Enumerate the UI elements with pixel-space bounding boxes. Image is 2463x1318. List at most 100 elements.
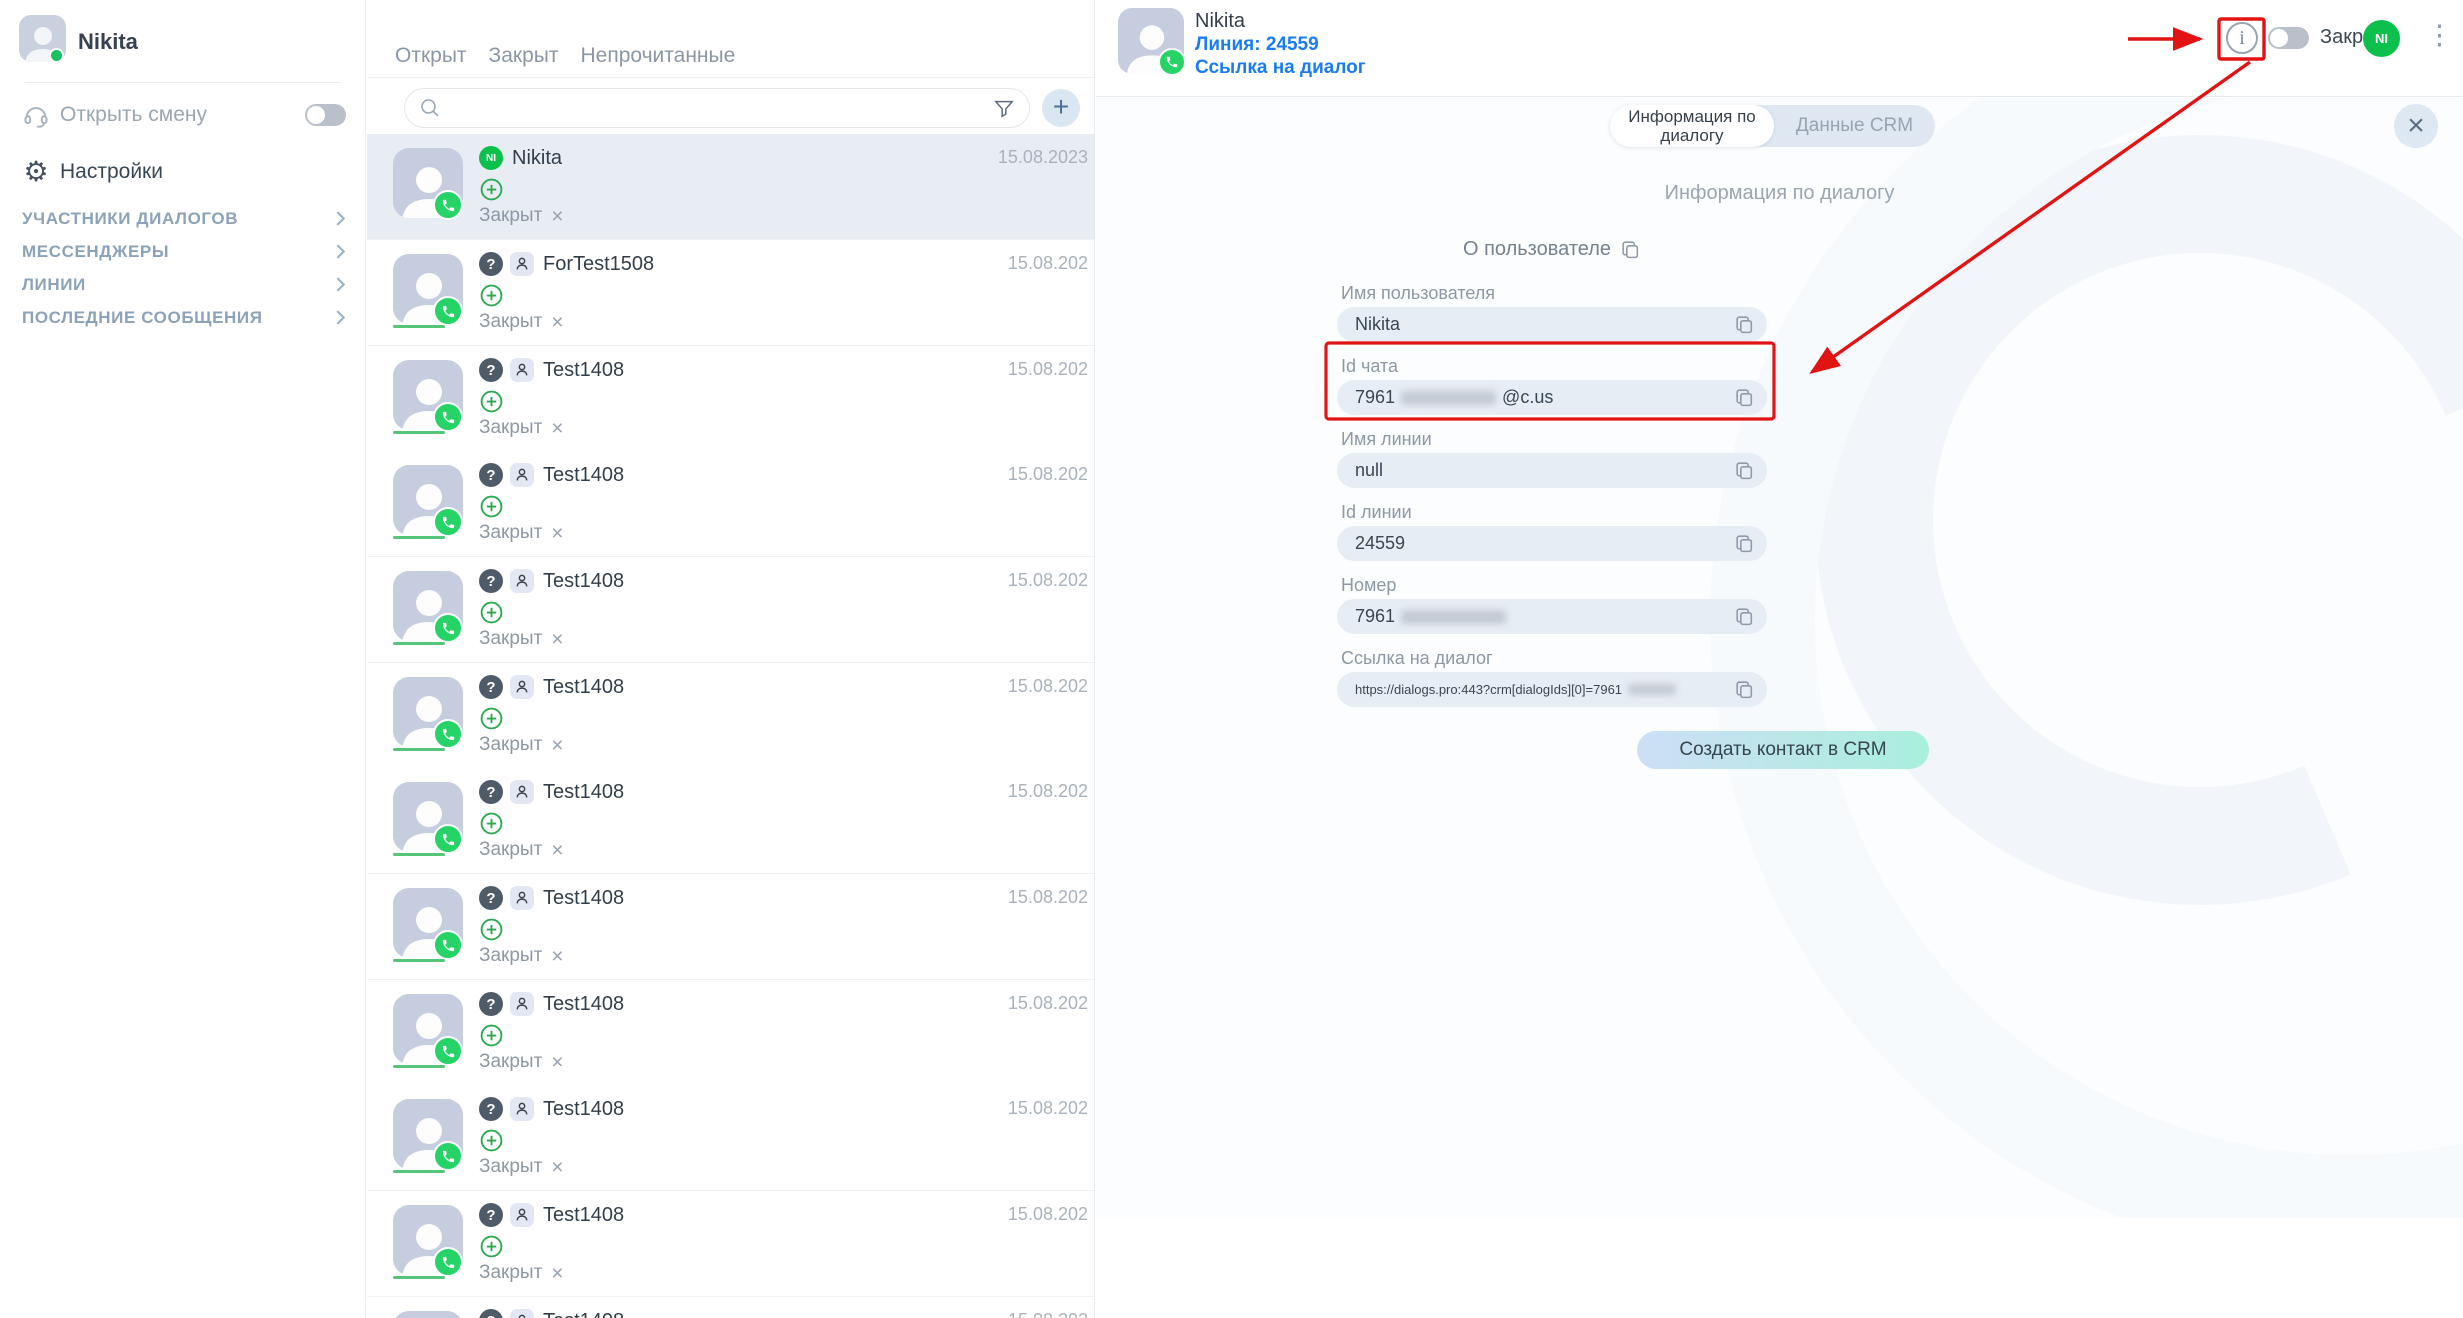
field-label: Id линии [1341,502,1412,523]
remove-status-icon[interactable]: × [551,206,563,227]
menu-label: ПОСЛЕДНИЕ СООБЩЕНИЯ [22,308,263,328]
add-icon[interactable] [479,1234,504,1259]
remove-status-icon[interactable]: × [551,629,563,650]
chat-name: Test1408 [543,359,624,382]
chat-list-item[interactable]: ?Test1408 Закрыт× 15.08.202 [367,980,1095,1086]
field-line-name: null [1337,453,1767,488]
status-badge: Закрыт [479,839,542,861]
chat-date: 15.08.202 [1008,1098,1088,1119]
remove-status-icon[interactable]: × [551,840,563,861]
remove-status-icon[interactable]: × [551,418,563,439]
add-icon[interactable] [479,706,504,731]
person-badge-icon [510,992,534,1016]
chat-name: Nikita [512,147,562,170]
sidebar-item-dialog-participants[interactable]: УЧАСТНИКИ ДИАЛОГОВ [22,202,346,235]
remove-status-icon[interactable]: × [551,312,563,333]
add-icon[interactable] [479,389,504,414]
chat-list-item[interactable]: ?Test1408 Закрыт× 15.08.202 [367,557,1095,663]
add-icon[interactable] [479,1128,504,1153]
chat-list-column: Открыт Закрыт Непрочитанные + NINikita З… [367,0,1095,1318]
dialog-status-toggle[interactable] [2268,27,2309,49]
chat-list-item[interactable]: ?ForTest1508 Закрыт× 15.08.202 [367,240,1095,346]
tab-open[interactable]: Открыт [395,44,467,68]
whatsapp-badge-icon [433,402,463,432]
remove-status-icon[interactable]: × [551,1263,563,1284]
field-number: 7961 [1337,599,1767,634]
remove-status-icon[interactable]: × [551,1052,563,1073]
line-link[interactable]: Линия: 24559 [1195,34,1319,56]
open-shift-toggle[interactable] [305,104,346,126]
sidebar-item-lines[interactable]: ЛИНИИ [22,268,346,301]
chat-name: Test1408 [543,570,624,593]
add-icon[interactable] [479,1023,504,1048]
tab-crm-data[interactable]: Данные CRM [1774,105,1935,147]
remove-status-icon[interactable]: × [551,523,563,544]
filter-icon[interactable] [993,97,1015,119]
chat-list: NINikita Закрыт× 15.08.2023 ?ForTest1508… [367,133,1095,1318]
add-icon[interactable] [479,494,504,519]
copy-icon[interactable] [1734,679,1755,700]
chat-date: 15.08.202 [1008,464,1088,485]
copy-icon[interactable] [1734,606,1755,627]
settings-item[interactable]: ⚙ Настройки [0,155,366,189]
operator-avatar[interactable]: NI [2363,20,2400,57]
info-icon[interactable]: i [2226,22,2258,54]
chat-list-item[interactable]: ?Test1408 Закрыт× 15.08.202 [367,1297,1095,1318]
chevron-right-icon [335,243,346,260]
chevron-right-icon [335,210,346,227]
copy-icon[interactable] [1734,533,1755,554]
remove-status-icon[interactable]: × [551,735,563,756]
copy-icon[interactable] [1620,239,1641,260]
chat-date: 15.08.202 [1008,1204,1088,1225]
about-user-section: О пользователе [1337,238,1767,261]
add-icon[interactable] [479,283,504,308]
status-badge: Закрыт [479,1262,542,1284]
tab-closed[interactable]: Закрыт [489,44,559,68]
add-icon[interactable] [479,177,504,202]
new-chat-button[interactable]: + [1042,89,1080,127]
remove-status-icon[interactable]: × [551,946,563,967]
divider [367,77,1095,78]
search-input[interactable] [449,96,993,120]
chat-list-item[interactable]: ?Test1408 Закрыт× 15.08.202 [367,346,1095,452]
close-icon[interactable]: × [2394,104,2438,148]
add-icon[interactable] [479,811,504,836]
chat-name: Test1408 [543,676,624,699]
chat-list-item[interactable]: NINikita Закрыт× 15.08.2023 [367,134,1095,240]
field-label: Имя пользователя [1341,283,1495,304]
remove-status-icon[interactable]: × [551,1157,563,1178]
field-username: Nikita [1337,307,1767,342]
chat-avatar [393,1311,463,1318]
more-menu-icon[interactable]: ⋮ [2426,22,2453,49]
chat-list-item[interactable]: ?Test1408 Закрыт× 15.08.202 [367,1085,1095,1191]
sidebar-item-recent-messages[interactable]: ПОСЛЕДНИЕ СООБЩЕНИЯ [22,301,346,334]
person-badge-icon [510,252,534,276]
chat-date: 15.08.202 [1008,1310,1088,1318]
chat-list-item[interactable]: ?Test1408 Закрыт× 15.08.202 [367,451,1095,557]
question-badge-icon: ? [479,886,503,910]
add-icon[interactable] [479,600,504,625]
copy-icon[interactable] [1734,460,1755,481]
chat-list-item[interactable]: ?Test1408 Закрыт× 15.08.202 [367,1191,1095,1297]
person-badge-icon [510,675,534,699]
chat-list-item[interactable]: ?Test1408 Закрыт× 15.08.202 [367,768,1095,874]
copy-icon[interactable] [1734,387,1755,408]
tab-dialog-info[interactable]: Информация по диалогу [1610,105,1774,147]
copy-icon[interactable] [1734,314,1755,335]
tab-unread[interactable]: Непрочитанные [580,44,735,68]
question-badge-icon: ? [479,463,503,487]
chat-name: ForTest1508 [543,253,654,276]
chat-list-item[interactable]: ?Test1408 Закрыт× 15.08.202 [367,663,1095,769]
status-badge: Закрыт [479,628,542,650]
field-label: Имя линии [1341,429,1432,450]
channel-indicator [393,1170,445,1173]
add-icon[interactable] [479,917,504,942]
create-crm-contact-button[interactable]: Создать контакт в CRM [1637,731,1929,769]
sidebar-item-messengers[interactable]: МЕССЕНДЖЕРЫ [22,235,346,268]
gear-icon: ⚙ [21,158,51,186]
status-badge: Закрыт [479,945,542,967]
chat-list-item[interactable]: ?Test1408 Закрыт× 15.08.202 [367,874,1095,980]
info-panel: Информация по диалогу Данные CRM × Инфор… [1096,98,2463,1218]
channel-indicator [393,325,445,328]
dialog-link[interactable]: Ссылка на диалог [1195,57,1366,79]
